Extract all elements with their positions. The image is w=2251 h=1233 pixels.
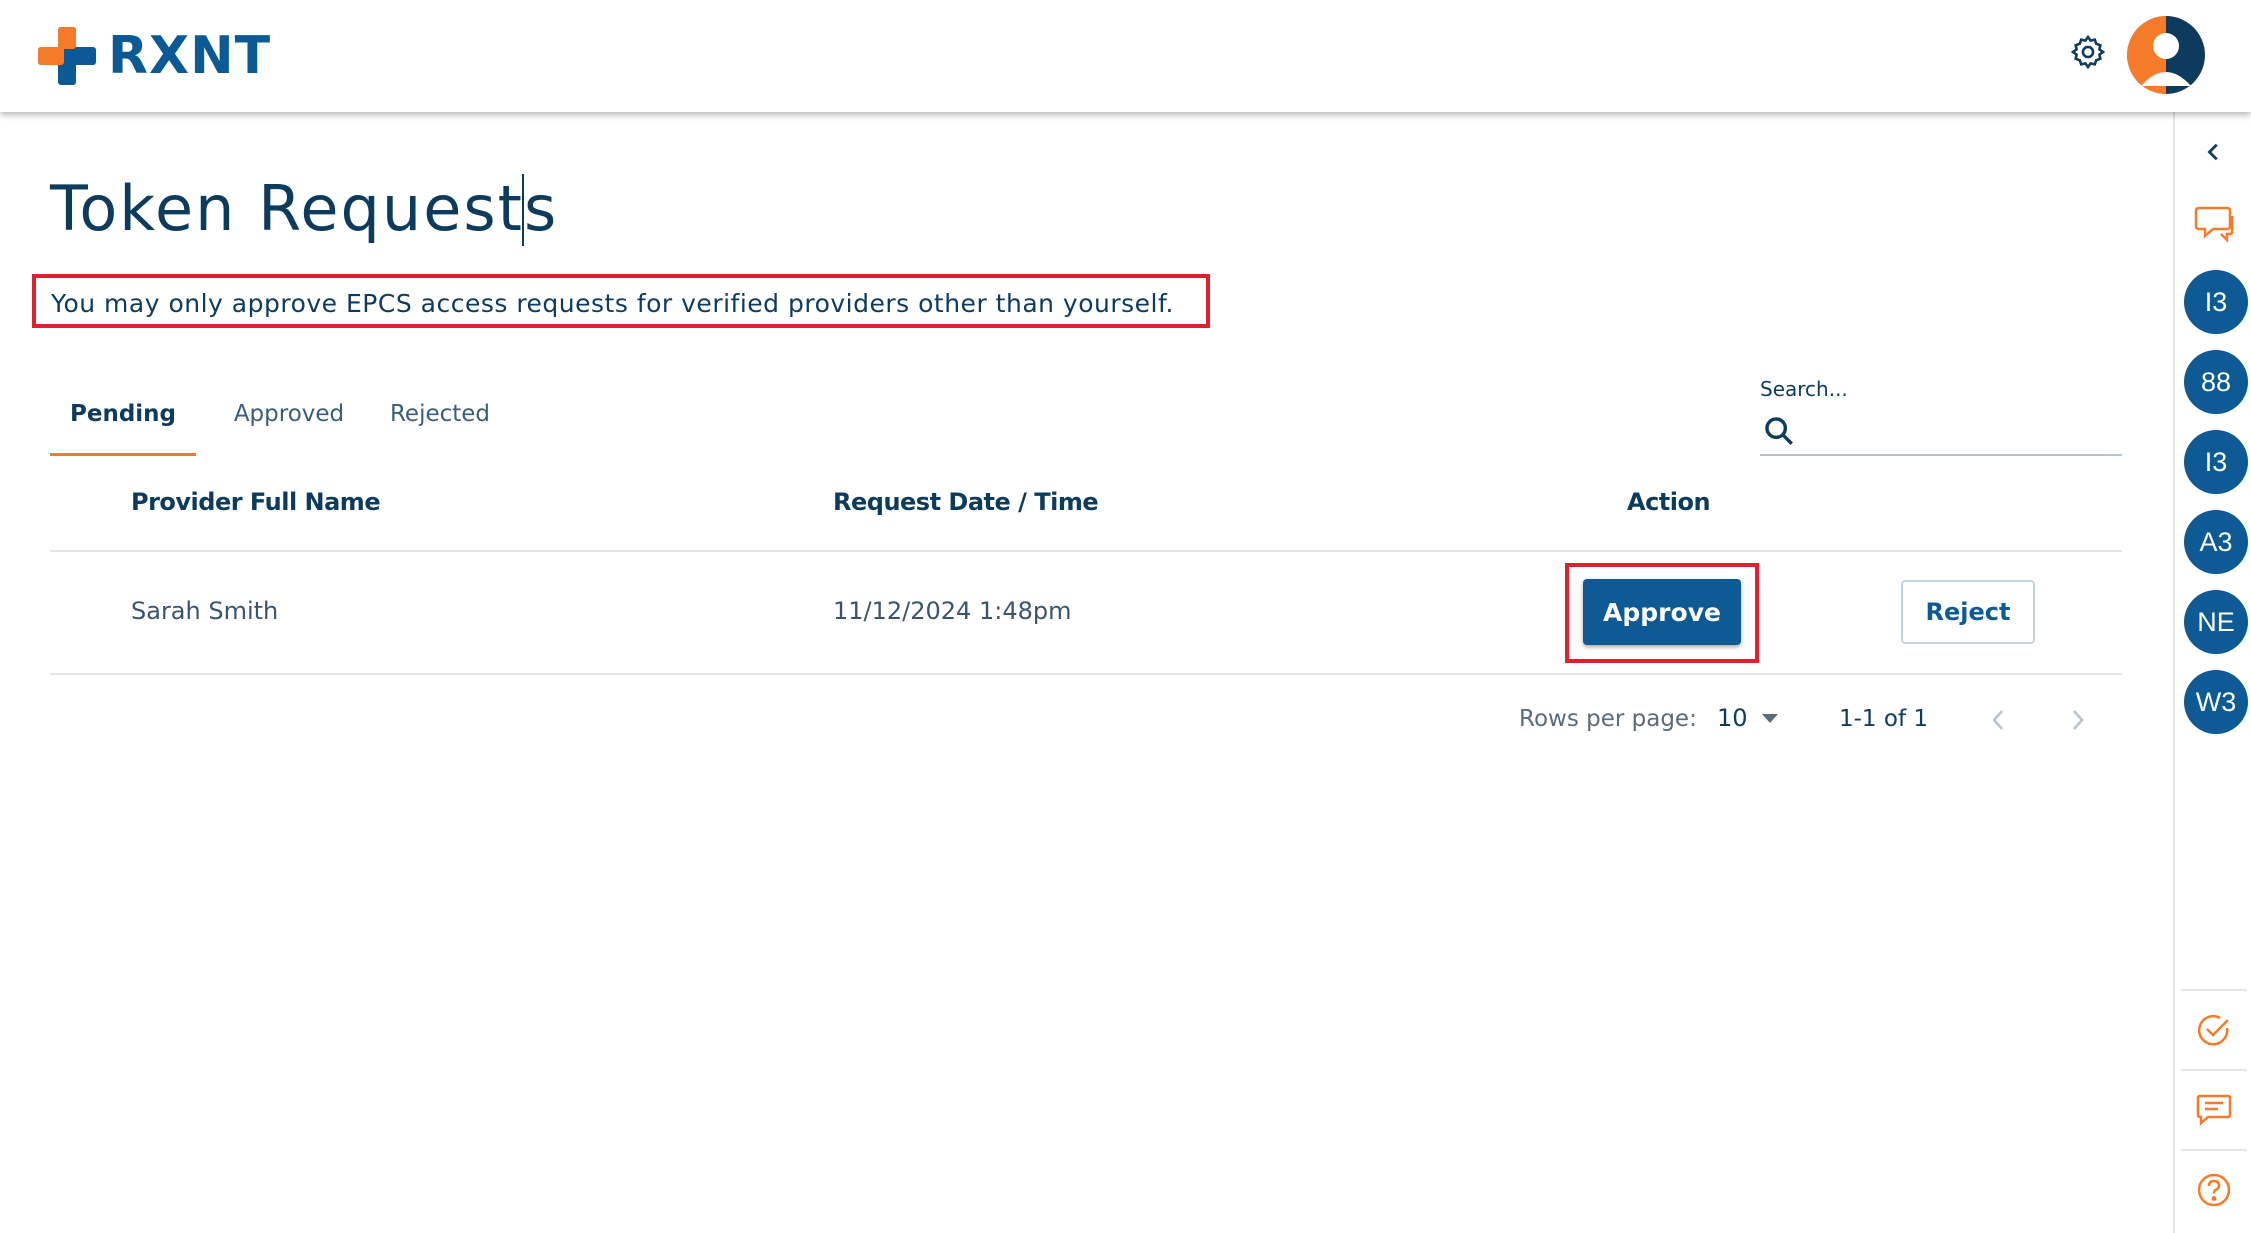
next-page-chevron-icon[interactable]: [2058, 700, 2098, 740]
approve-button[interactable]: Approve: [1583, 579, 1741, 645]
patient-badge-5[interactable]: NE: [2184, 590, 2248, 654]
rxnt-logo[interactable]: RXNT: [38, 24, 271, 88]
patient-badge-2[interactable]: 88: [2184, 350, 2248, 414]
message-icon[interactable]: [2186, 1082, 2242, 1138]
search-icon: [1765, 417, 1793, 445]
check-circle-icon[interactable]: [2186, 1002, 2242, 1058]
sidebar-divider: [2181, 1069, 2247, 1071]
reject-button[interactable]: Reject: [1901, 580, 2035, 644]
patient-badge-3[interactable]: I3: [2184, 430, 2248, 494]
page-title: Token Requests: [50, 172, 559, 245]
collapse-chevron-left-icon[interactable]: [2186, 124, 2242, 180]
top-bar: RXNT: [0, 0, 2251, 112]
search-label: Search...: [1760, 377, 1848, 401]
logo-text: RXNT: [108, 26, 272, 86]
search-field[interactable]: [1760, 408, 2122, 456]
header-divider: [50, 550, 2122, 552]
row-divider: [50, 673, 2122, 675]
dropdown-arrow-icon: [1761, 713, 1778, 723]
search-input[interactable]: [1806, 412, 2110, 448]
column-header-request-date[interactable]: Request Date / Time: [833, 488, 1099, 516]
previous-page-chevron-icon[interactable]: [1978, 700, 2018, 740]
rows-per-page-value: 10: [1717, 704, 1748, 732]
column-header-provider[interactable]: Provider Full Name: [131, 488, 381, 516]
column-header-action: Action: [1627, 488, 1711, 516]
tab-rejected[interactable]: Rejected: [372, 390, 508, 456]
right-sidebar: I3 88 I3 A3 NE W3: [2173, 112, 2251, 1233]
provider-name-cell: Sarah Smith: [131, 597, 279, 625]
tab-approved[interactable]: Approved: [216, 390, 362, 456]
rows-per-page-label: Rows per page:: [1519, 706, 1697, 732]
tab-pending[interactable]: Pending: [50, 390, 196, 456]
epcs-notice: You may only approve EPCS access request…: [32, 274, 1210, 328]
request-datetime-cell: 11/12/2024 1:48pm: [833, 597, 1072, 625]
rows-per-page-select[interactable]: 10: [1717, 704, 1778, 732]
rxnt-cross-icon: [38, 27, 96, 85]
sidebar-divider: [2181, 989, 2247, 991]
patient-badge-1[interactable]: I3: [2184, 270, 2248, 334]
user-avatar[interactable]: [2127, 16, 2205, 94]
user-silhouette-icon: [2127, 16, 2205, 94]
sidebar-divider: [2181, 1149, 2247, 1151]
chat-bubbles-icon[interactable]: [2186, 196, 2242, 252]
pagination-range: 1-1 of 1: [1839, 706, 1928, 732]
text-cursor: [522, 174, 524, 246]
patient-badge-6[interactable]: W3: [2184, 670, 2248, 734]
patient-badge-4[interactable]: A3: [2184, 510, 2248, 574]
settings-gear-icon[interactable]: [2069, 33, 2107, 71]
help-icon[interactable]: [2186, 1162, 2242, 1218]
